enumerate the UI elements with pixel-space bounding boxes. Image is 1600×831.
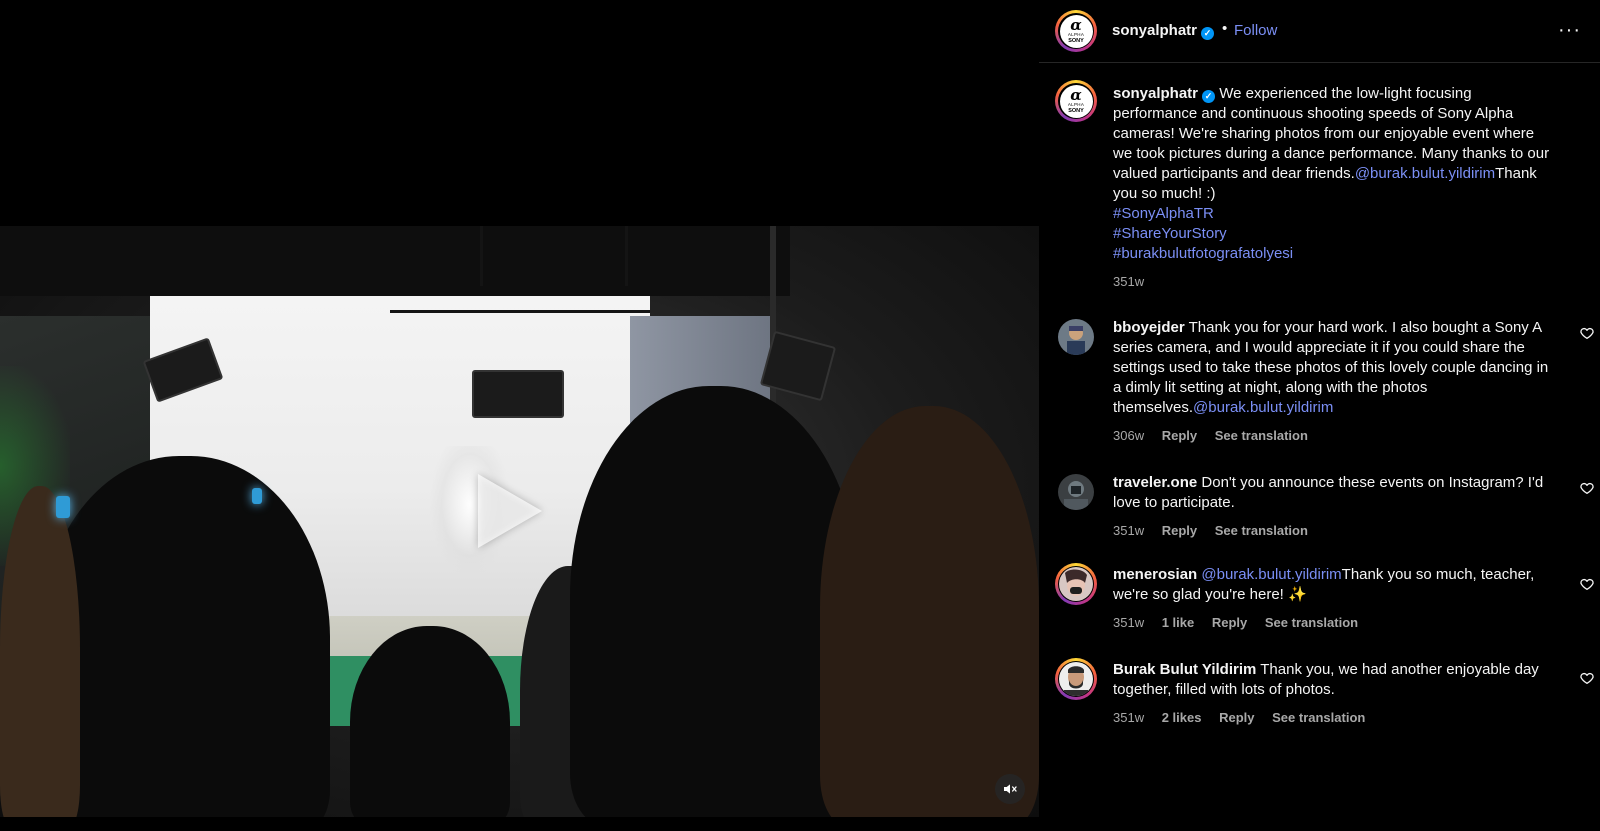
mute-button[interactable]: [995, 774, 1025, 804]
video-scene-crowd: [40, 456, 330, 817]
author-name-row: sonyalphatr ✓: [1112, 22, 1215, 40]
reply-button[interactable]: Reply: [1212, 615, 1247, 630]
caption-body: sonyalphatr ✓ We experienced the low-ligh…: [1113, 84, 1553, 264]
comment-body: Burak Bulut Yildirim Thank you, we had a…: [1113, 660, 1553, 700]
comment-time[interactable]: 351w: [1113, 615, 1144, 630]
video-scene-pole: [625, 226, 628, 286]
follow-button[interactable]: Follow: [1234, 22, 1277, 39]
verified-badge-icon: ✓: [1201, 27, 1215, 40]
commenter-avatar[interactable]: [1058, 474, 1094, 510]
see-translation-button[interactable]: See translation: [1215, 523, 1308, 538]
like-heart-icon[interactable]: [1579, 325, 1595, 341]
sony-alpha-logo: α ALPHA SONY: [1059, 84, 1093, 118]
hashtag-link[interactable]: #SonyAlphaTR: [1113, 205, 1214, 222]
avatar-image: [1059, 567, 1093, 601]
reply-button[interactable]: Reply: [1162, 523, 1197, 538]
comment-body: menerosian @burak.bulut.yildirimThank yo…: [1113, 565, 1553, 605]
like-heart-icon[interactable]: [1579, 480, 1595, 496]
commenter-avatar[interactable]: [1055, 658, 1097, 700]
avatar-image: [1059, 662, 1093, 696]
comment-username[interactable]: bboyejder: [1113, 319, 1185, 336]
media-pane: [0, 0, 1039, 831]
comment-body: traveler.one Don't you announce these ev…: [1113, 473, 1553, 513]
video-scene-softbox: [472, 370, 564, 418]
sony-alpha-logo: α ALPHA SONY: [1059, 14, 1093, 48]
caption-meta: 351w: [1113, 274, 1158, 289]
comment-time[interactable]: 351w: [1113, 710, 1144, 725]
likes-count[interactable]: 2 likes: [1162, 710, 1202, 725]
comment-time[interactable]: 351w: [1113, 523, 1144, 538]
video-scene-crowd: [820, 406, 1039, 817]
post-header: α ALPHA SONY sonyalphatr ✓ • Follow ···: [1039, 0, 1600, 63]
comment-mention[interactable]: @burak.bulut.yildirim: [1193, 399, 1333, 416]
hashtag-link[interactable]: #burakbulutfotografatolyesi: [1113, 245, 1293, 262]
hashtag-link[interactable]: #ShareYourStory: [1113, 225, 1227, 242]
video-scene-crowd: [0, 486, 80, 817]
comment-meta: 306w Reply See translation: [1113, 428, 1322, 443]
comment-mention[interactable]: @burak.bulut.yildirim: [1201, 566, 1341, 583]
comment-meta: 351w Reply See translation: [1113, 523, 1322, 538]
reply-button[interactable]: Reply: [1162, 428, 1197, 443]
caption-username[interactable]: sonyalphatr: [1113, 85, 1198, 102]
likes-count[interactable]: 1 like: [1162, 615, 1195, 630]
video-scene-phone: [252, 488, 262, 504]
comment-time[interactable]: 306w: [1113, 428, 1144, 443]
like-heart-icon[interactable]: [1579, 576, 1595, 592]
author-avatar[interactable]: α ALPHA SONY: [1055, 10, 1097, 52]
video-scene-ceiling: [0, 226, 790, 296]
see-translation-button[interactable]: See translation: [1272, 710, 1365, 725]
comment-meta: 351w 2 likes Reply See translation: [1113, 710, 1379, 725]
see-translation-button[interactable]: See translation: [1265, 615, 1358, 630]
caption-avatar[interactable]: α ALPHA SONY: [1055, 80, 1097, 122]
avatar-image: [1058, 319, 1094, 355]
comment-username[interactable]: Burak Bulut Yildirim: [1113, 661, 1256, 678]
caption-mention[interactable]: @burak.bulut.yildirim: [1355, 165, 1495, 182]
video-scene-crowd: [570, 386, 860, 817]
video-scene-pole: [480, 226, 483, 286]
separator-dot: •: [1222, 20, 1228, 37]
play-icon[interactable]: [478, 474, 542, 548]
video-scene-bar: [390, 310, 650, 313]
reply-button[interactable]: Reply: [1219, 710, 1254, 725]
commenter-avatar[interactable]: [1058, 319, 1094, 355]
post-side-panel: α ALPHA SONY sonyalphatr ✓ • Follow ··· α…: [1039, 0, 1600, 831]
like-heart-icon[interactable]: [1579, 670, 1595, 686]
comment-username[interactable]: traveler.one: [1113, 474, 1197, 491]
author-username[interactable]: sonyalphatr: [1112, 22, 1197, 39]
more-options-icon[interactable]: ···: [1558, 19, 1581, 42]
verified-badge-icon: ✓: [1202, 90, 1216, 103]
video-scene-crowd: [350, 626, 510, 817]
comment-body: bboyejder Thank you for your hard work. …: [1113, 318, 1553, 418]
see-translation-button[interactable]: See translation: [1215, 428, 1308, 443]
speaker-muted-icon: [1004, 784, 1017, 794]
comment-username[interactable]: menerosian: [1113, 566, 1197, 583]
caption-time[interactable]: 351w: [1113, 274, 1144, 289]
video-scene-phone: [56, 496, 70, 518]
avatar-image: [1058, 474, 1094, 510]
comment-meta: 351w 1 like Reply See translation: [1113, 615, 1372, 630]
commenter-avatar[interactable]: [1055, 563, 1097, 605]
